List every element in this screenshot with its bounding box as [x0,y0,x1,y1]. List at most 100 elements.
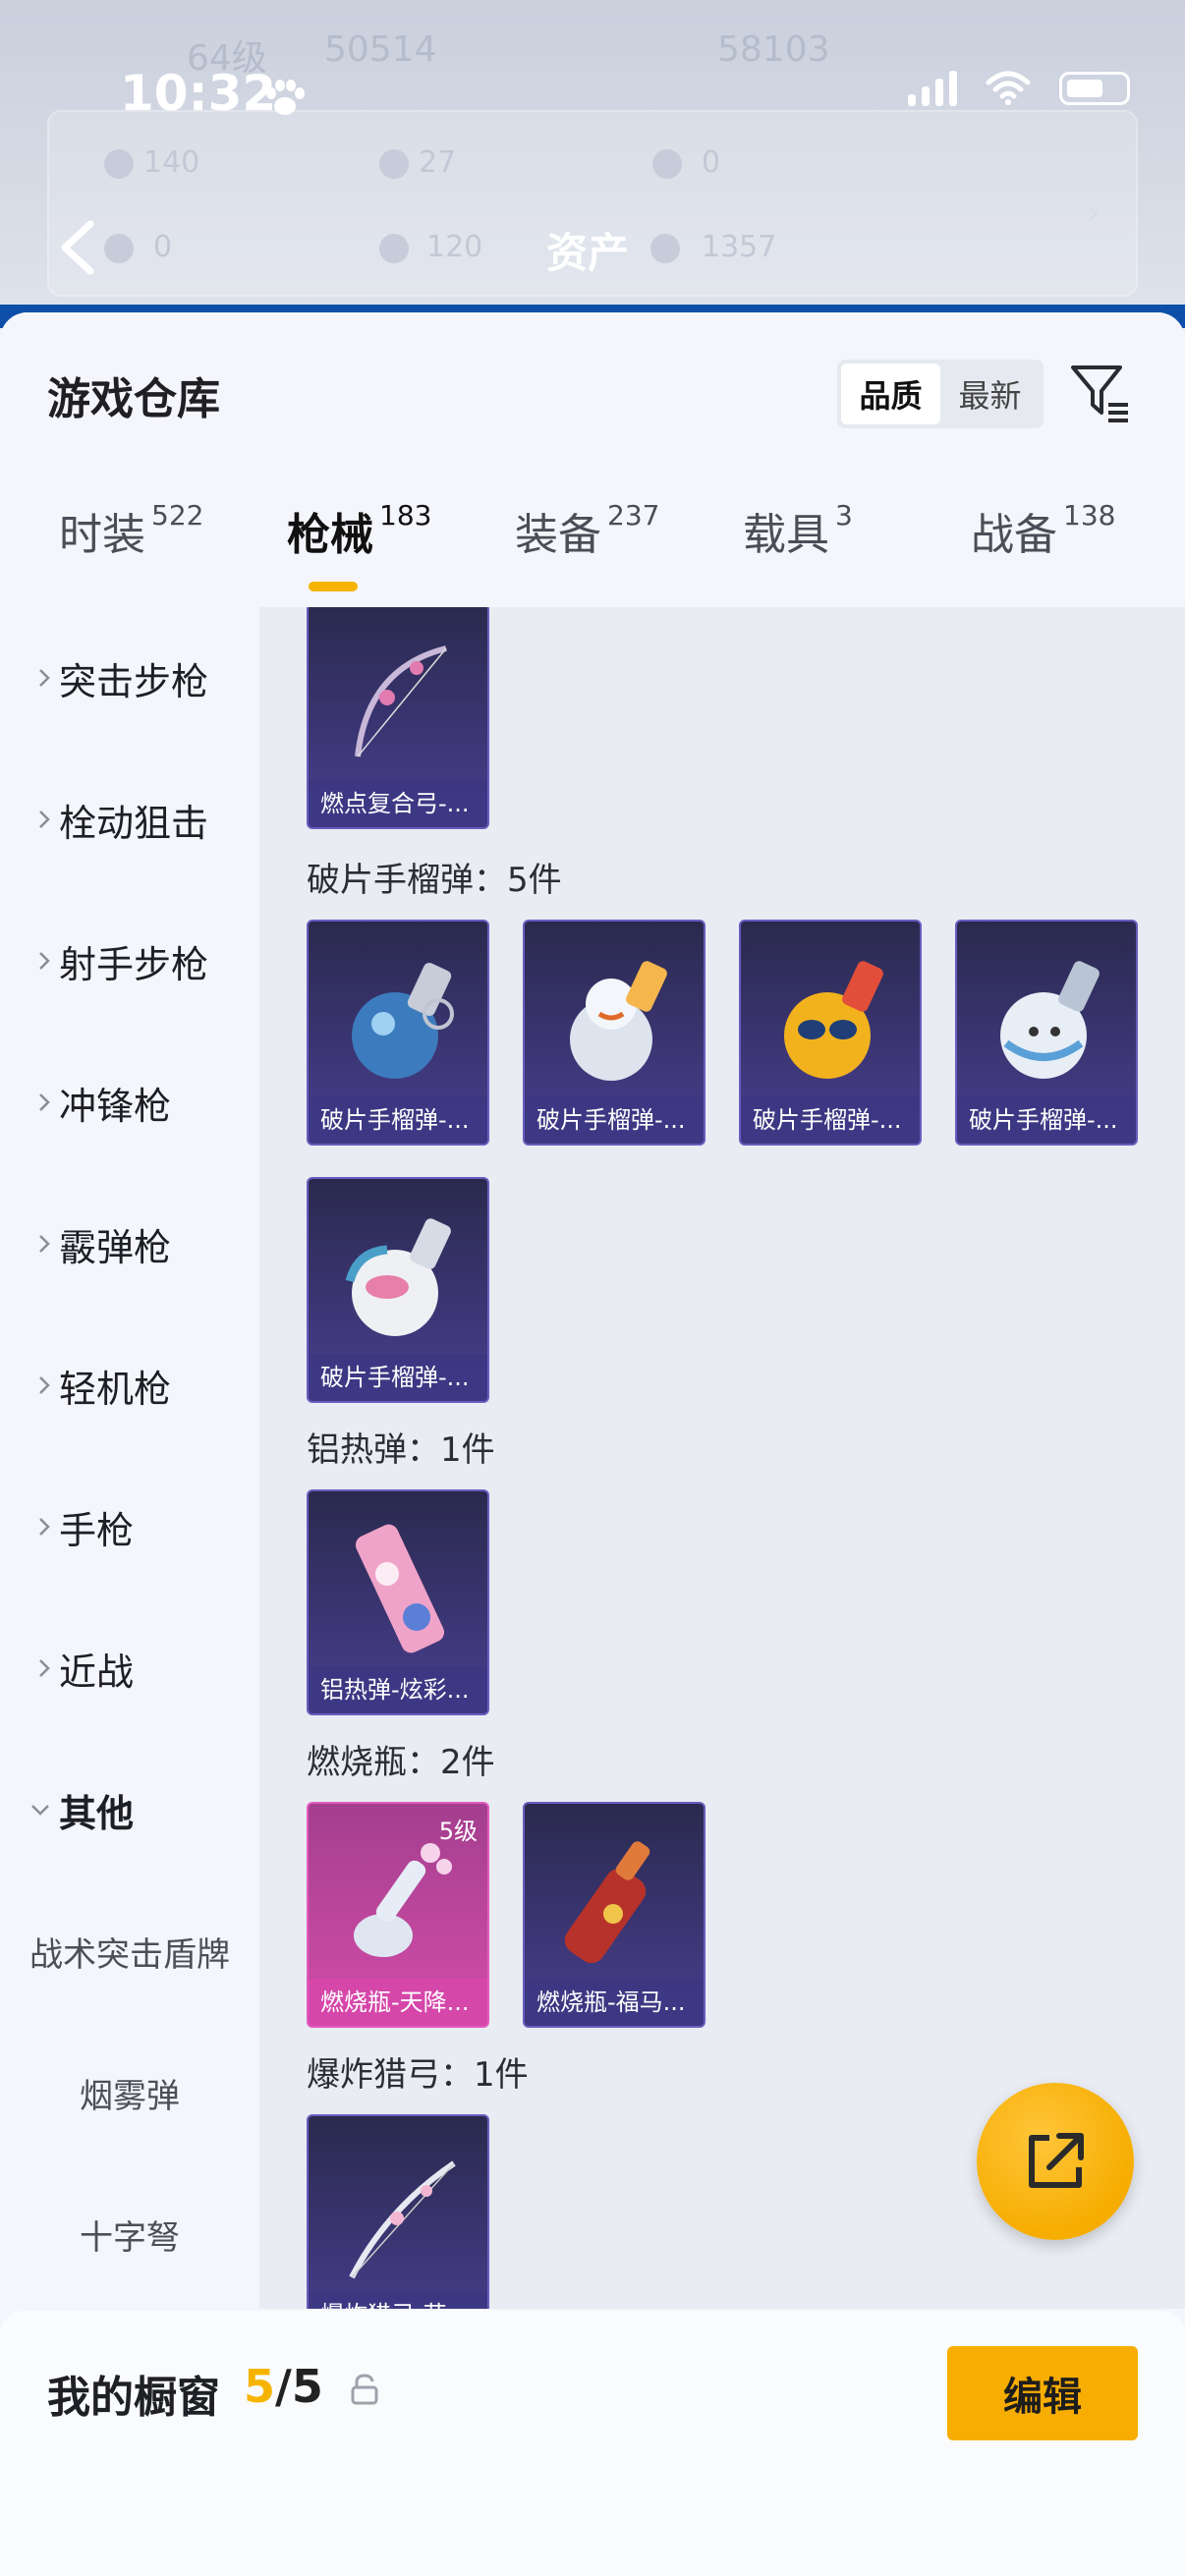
background-header: 64级 50514 58103 140 27 0 0 120 1357 10:3… [0,0,1185,324]
wifi-icon [985,71,1032,106]
item-name: 燃烧瓶-福马... [525,1979,704,2026]
sidebar-item-label: 近战 [59,1650,135,1694]
chevron-right-icon [0,667,59,689]
tab-equipment[interactable]: 装备 237 [515,499,659,562]
item-card[interactable]: 铝热弹-炫彩... [307,1489,489,1715]
group-title: 爆炸猎弓：1件 [307,2055,529,2095]
lock-icon [351,2374,378,2405]
sidebar-item-pistol[interactable]: 手枪 [0,1487,259,1566]
molotov-icon [354,1843,452,1957]
battery-icon [1059,72,1130,105]
tab-label: 载具 [743,510,829,560]
showcase-current: 5 [244,2360,276,2413]
item-card[interactable]: 燃点复合弓-... [307,607,489,829]
sidebar-item-label: 冲锋枪 [59,1084,172,1128]
sidebar-item-other[interactable]: 其他 [0,1770,259,1849]
item-name: 燃烧瓶-天降... [309,1979,487,2026]
share-icon [1029,2133,1084,2188]
chevron-right-icon [0,1657,59,1679]
sidebar-item-label: 手枪 [59,1508,135,1552]
tab-label: 装备 [515,510,601,560]
blur-score-2: 58103 [717,29,830,70]
sidebar-item-label: 突击步枪 [59,659,209,703]
grenade-icon [1000,961,1100,1079]
item-name: 爆炸猎弓-花... [309,2291,487,2309]
chevron-right-icon [0,950,59,972]
tab-count: 237 [607,499,660,532]
molotov-icon [564,1841,650,1964]
item-name: 破片手榴弹-... [957,1096,1136,1144]
tab-count: 183 [379,499,432,532]
share-button[interactable] [977,2083,1134,2240]
chevron-down-icon [0,1803,59,1817]
sidebar-item-lmg[interactable]: 轻机枪 [0,1346,259,1425]
bow-icon [355,645,447,757]
filter-icon[interactable] [1069,362,1134,426]
item-card[interactable]: 破片手榴弹-... [307,920,489,1146]
showcase-label: 我的橱窗 [47,2373,220,2423]
background-title: 资产 [546,229,630,277]
group-title: 燃烧瓶：2件 [307,1743,495,1782]
blur-stat-4: 0 [153,230,173,264]
tab-label: 枪械 [287,510,373,560]
sidebar-subitem-smoke-grenade[interactable]: 烟雾弹 [0,2053,259,2132]
signal-icon [908,71,957,106]
sidebar-item-smg[interactable]: 冲锋枪 [0,1063,259,1142]
sidebar-item-shotgun[interactable]: 霰弹枪 [0,1204,259,1283]
tab-supplies[interactable]: 战备 138 [971,499,1115,562]
status-icons [908,71,1130,106]
sort-newest-button[interactable]: 最新 [940,364,1040,424]
tab-vehicles[interactable]: 载具 3 [743,499,853,562]
active-tab-indicator [309,582,358,591]
blur-stat-1: 140 [143,145,200,180]
grenade-icon [570,961,667,1081]
status-time: 10:32 [120,65,277,122]
sidebar-item-label: 其他 [59,1791,135,1835]
sidebar-item-label: 霰弹枪 [59,1225,172,1269]
item-name: 铝热弹-炫彩... [309,1666,487,1713]
paw-icon [266,80,305,115]
sidebar-item-melee[interactable]: 近战 [0,1629,259,1708]
chevron-right-icon [0,1374,59,1396]
grenade-icon [345,1218,451,1336]
item-grid: 燃点复合弓-... 破片手榴弹：5件 破片手榴弹-... 破片手榴弹-... 破… [259,607,1185,2309]
back-icon[interactable] [53,218,102,277]
group-title: 铝热弹：1件 [307,1430,495,1470]
item-card[interactable]: 破片手榴弹-... [739,920,922,1146]
item-card[interactable]: 燃烧瓶-福马... [523,1802,705,2028]
showcase-separator: / [275,2360,292,2413]
grenade-icon [352,962,454,1079]
item-card[interactable]: 破片手榴弹-... [523,920,705,1146]
blur-stat-2: 27 [419,145,457,180]
group-title: 破片手榴弹：5件 [307,861,562,900]
item-card[interactable]: 5级 燃烧瓶-天降... [307,1802,489,2028]
tab-firearms[interactable]: 枪械 183 [287,499,431,562]
item-name: 破片手榴弹-... [309,1096,487,1144]
tab-label: 战备 [971,510,1057,560]
blur-score: 50514 [324,29,437,70]
thermite-icon [355,1524,445,1653]
chevron-right-icon [0,1233,59,1255]
sort-toggle: 品质 最新 [837,360,1044,428]
sidebar-subitem-crossbow[interactable]: 十字弩 [0,2195,259,2273]
sidebar-subitem-tactical-shield[interactable]: 战术突击盾牌 [0,1912,259,1990]
blur-stat-6: 1357 [702,230,777,264]
sidebar-item-marksman-rifle[interactable]: 射手步枪 [0,922,259,1000]
sidebar-item-bolt-sniper[interactable]: 栓动狙击 [0,780,259,859]
chevron-right-icon [0,1516,59,1538]
tab-count: 138 [1063,499,1116,532]
item-card[interactable]: 破片手榴弹-... [307,1177,489,1403]
bow-icon [349,2160,456,2279]
item-card[interactable]: 破片手榴弹-... [955,920,1138,1146]
sidebar-item-label: 射手步枪 [59,942,209,986]
item-card[interactable]: 爆炸猎弓-花... [307,2114,489,2309]
item-name: 燃点复合弓-... [309,780,487,827]
chevron-right-icon [0,1092,59,1113]
blur-stat-5: 120 [426,230,483,264]
tab-fashion[interactable]: 时装 522 [59,499,203,562]
warehouse-sheet: 游戏仓库 品质 最新 时装 522 枪械 183 装备 237 载具 3 战备 … [0,312,1185,2576]
sort-quality-button[interactable]: 品质 [841,364,940,424]
showcase-bar: 我的橱窗 5/5 编辑 [0,2311,1185,2576]
edit-button[interactable]: 编辑 [947,2346,1138,2440]
sidebar-item-assault-rifle[interactable]: 突击步枪 [0,639,259,717]
